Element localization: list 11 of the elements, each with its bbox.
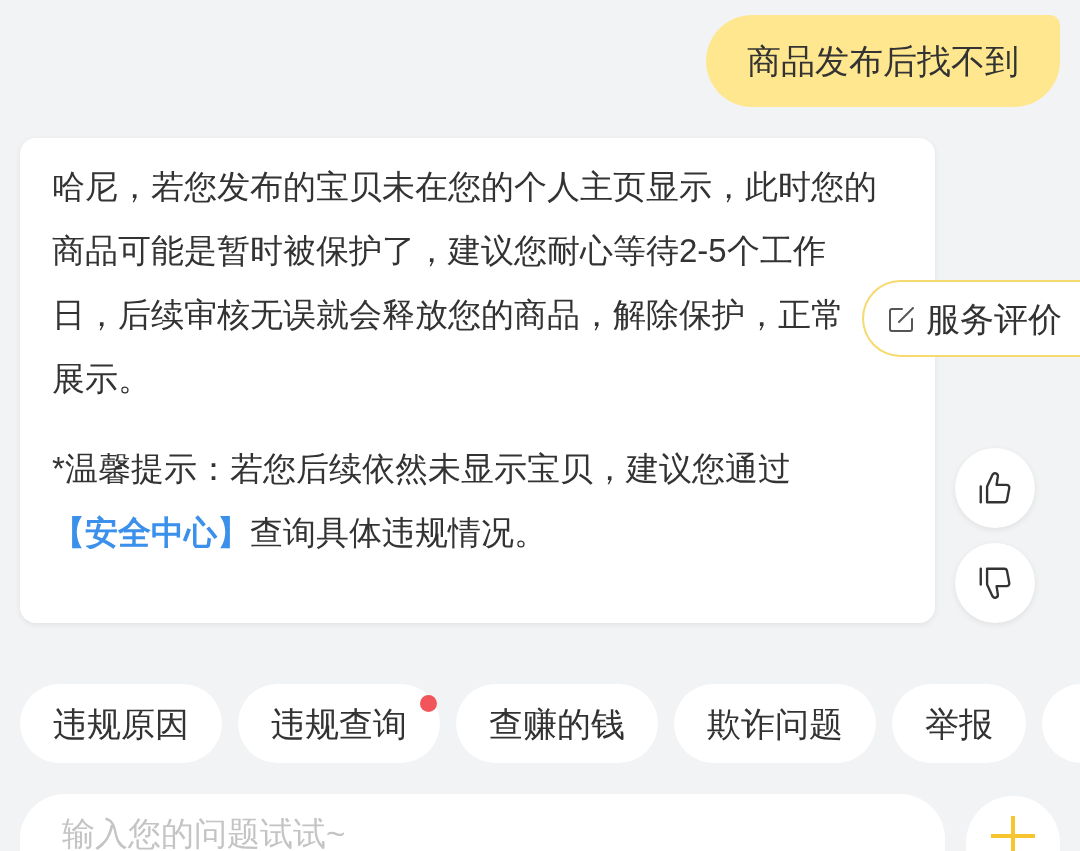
service-rating-button[interactable]: 服务评价 (862, 280, 1080, 357)
message-input-field[interactable]: 输入您的问题试试~ (20, 794, 945, 851)
quick-reply-chip[interactable]: 举报 (892, 684, 1026, 763)
quick-reply-chip[interactable]: 违规原因 (20, 684, 222, 763)
plus-icon (991, 816, 1035, 851)
quick-reply-chip[interactable]: 查赚的钱 (456, 684, 658, 763)
tip-paragraph: *温馨提示：若您后续依然未显示宝贝，建议您通过 【安全中心】查询具体违规情况。 (52, 449, 792, 553)
quick-reply-chip[interactable]: 欺诈问题 (674, 684, 876, 763)
edit-icon (888, 304, 916, 333)
quick-reply-chip[interactable]: 违规查询 (238, 684, 440, 763)
user-message-bubble: 商品发布后找不到 (706, 15, 1060, 107)
